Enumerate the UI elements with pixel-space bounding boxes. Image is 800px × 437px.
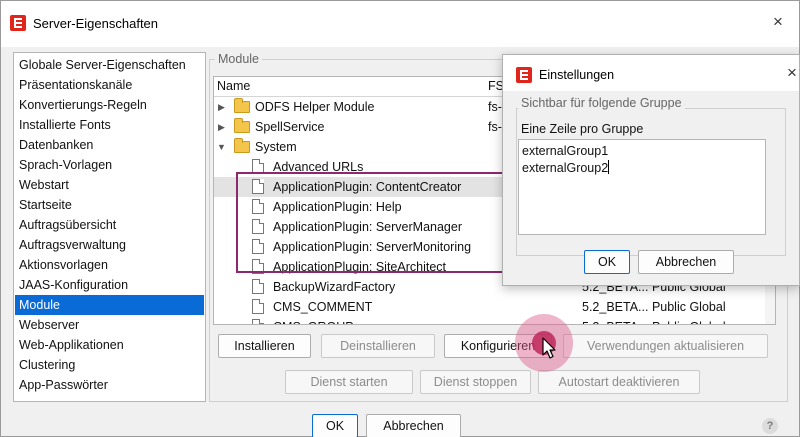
tree-row-label: System [255, 140, 297, 154]
tree-row-label: SpellService [255, 120, 325, 134]
sidebar-item-jaas-configuration[interactable]: JAAS-Konfiguration [15, 275, 204, 295]
tree-row-fs: fs- [488, 100, 502, 114]
app-logo-icon [516, 67, 532, 83]
dialog-title: Einstellungen [539, 68, 615, 82]
ok-button[interactable]: OK [312, 414, 358, 437]
uninstall-button[interactable]: Deinstallieren [321, 334, 435, 358]
module-group-legend: Module [215, 52, 262, 66]
dialog-close-icon[interactable]: × [787, 63, 797, 83]
document-icon [252, 279, 264, 294]
group-line: externalGroup2 [522, 161, 609, 175]
open-folder-icon [234, 138, 250, 153]
title-bar: Server-Eigenschaften × [1, 1, 799, 47]
start-service-button[interactable]: Dienst starten [285, 370, 413, 394]
tree-row[interactable]: CMS_COMMENT 5.2_BETA... Public Global [214, 297, 775, 317]
collapse-icon[interactable]: ▼ [217, 137, 226, 157]
tree-row[interactable]: CMS_GROUP 5.2_BETA... Public Global [214, 317, 775, 324]
expand-icon[interactable]: ▶ [218, 117, 225, 137]
groups-textarea[interactable]: externalGroup1 externalGroup2 [518, 139, 766, 235]
autostart-disable-button[interactable]: Autostart deaktivieren [538, 370, 700, 394]
group-line: externalGroup1 [522, 144, 609, 158]
tree-row-meta: 5.2_BETA... Public Global [582, 300, 726, 314]
sidebar-item-webstart[interactable]: Webstart [15, 175, 204, 195]
category-list[interactable]: Globale Server-Eigenschaften Präsentatio… [13, 52, 206, 402]
folder-icon [234, 118, 250, 133]
cancel-button[interactable]: Abbrechen [366, 414, 461, 437]
dialog-field-label: Eine Zeile pro Gruppe [521, 122, 644, 136]
sidebar-item-app-passwords[interactable]: App-Passwörter [15, 375, 204, 395]
dialog-ok-button[interactable]: OK [584, 250, 630, 274]
sidebar-item-web-applications[interactable]: Web-Applikationen [15, 335, 204, 355]
column-header-name[interactable]: Name [217, 79, 250, 93]
window-title: Server-Eigenschaften [33, 16, 159, 31]
sidebar-item-global-properties[interactable]: Globale Server-Eigenschaften [15, 55, 204, 75]
dialog-group-legend: Sichtbar für folgende Gruppe [518, 96, 685, 110]
install-button[interactable]: Installieren [218, 334, 311, 358]
sidebar-item-job-management[interactable]: Auftragsverwaltung [15, 235, 204, 255]
sidebar-item-conversion-rules[interactable]: Konvertierungs-Regeln [15, 95, 204, 115]
app-logo-icon [10, 15, 26, 31]
selection-highlight-box [236, 172, 505, 273]
expand-icon[interactable]: ▶ [218, 97, 225, 117]
sidebar-item-webserver[interactable]: Webserver [15, 315, 204, 335]
sidebar-item-job-overview[interactable]: Auftragsübersicht [15, 215, 204, 235]
tree-row-label: BackupWizardFactory [273, 280, 396, 294]
tree-row-label: CMS_GROUP [273, 317, 354, 324]
text-caret [608, 160, 610, 174]
sidebar-item-language-templates[interactable]: Sprach-Vorlagen [15, 155, 204, 175]
tree-row-label: ODFS Helper Module [255, 100, 375, 114]
sidebar-item-installed-fonts[interactable]: Installierte Fonts [15, 115, 204, 135]
update-usages-button[interactable]: Verwendungen aktualisieren [563, 334, 768, 358]
sidebar-item-presentation-channels[interactable]: Präsentationskanäle [15, 75, 204, 95]
stop-service-button[interactable]: Dienst stoppen [420, 370, 531, 394]
tree-row-label: CMS_COMMENT [273, 300, 373, 314]
sidebar-item-modules[interactable]: Module [15, 295, 204, 315]
sidebar-item-action-templates[interactable]: Aktionsvorlagen [15, 255, 204, 275]
folder-icon [234, 98, 250, 113]
sidebar-item-startpage[interactable]: Startseite [15, 195, 204, 215]
sidebar-item-databases[interactable]: Datenbanken [15, 135, 204, 155]
close-icon[interactable]: × [773, 12, 783, 32]
tree-row-meta: 5.2_BETA... Public Global [582, 317, 726, 324]
document-icon [252, 319, 264, 324]
sidebar-item-clustering[interactable]: Clustering [15, 355, 204, 375]
tree-row-fs: fs- [488, 120, 502, 134]
document-icon [252, 299, 264, 314]
mouse-pointer-icon [542, 337, 556, 359]
help-icon[interactable]: ? [762, 418, 778, 434]
dialog-cancel-button[interactable]: Abbrechen [638, 250, 734, 274]
